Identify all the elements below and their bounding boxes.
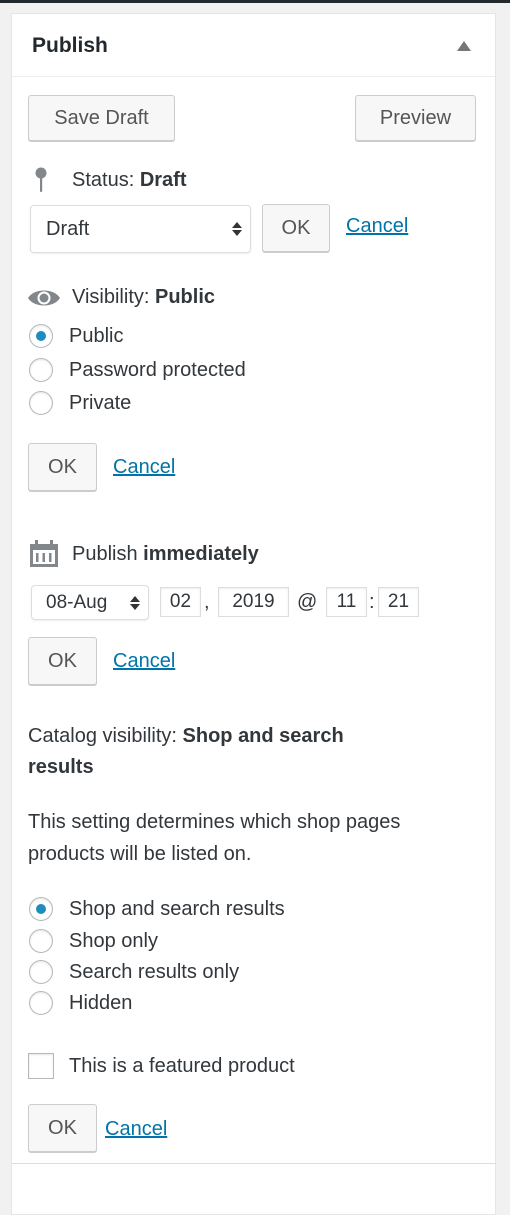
catalog-ok-button[interactable]: OK xyxy=(28,1104,97,1152)
status-value: Draft xyxy=(139,169,187,191)
status-line: Status: Draft xyxy=(72,169,187,192)
visibility-private-radio[interactable] xyxy=(29,391,53,415)
catalog-option-label: Search results only xyxy=(69,961,240,983)
visibility-value: Public xyxy=(155,286,216,308)
schedule-value: immediately xyxy=(143,543,259,565)
top-border xyxy=(0,0,510,3)
panel-title: Publish xyxy=(32,34,108,57)
catalog-option-label: Shop only xyxy=(69,930,158,952)
catalog-shop-search-radio[interactable] xyxy=(29,897,53,921)
status-label: Status: xyxy=(72,169,135,191)
select-arrows-icon xyxy=(232,222,242,236)
status-select-value: Draft xyxy=(46,217,90,240)
status-cancel-link[interactable]: Cancel xyxy=(346,215,408,238)
time-colon: : xyxy=(369,591,375,613)
visibility-public-radio[interactable] xyxy=(29,324,53,348)
catalog-cancel-link[interactable]: Cancel xyxy=(105,1118,167,1141)
catalog-search-only-radio[interactable] xyxy=(29,960,53,984)
visibility-label: Visibility: xyxy=(72,286,150,308)
at-symbol: @ xyxy=(297,591,318,613)
date-comma: , xyxy=(204,591,210,613)
month-select-value: 08-Aug xyxy=(46,591,108,613)
visibility-option-label: Password protected xyxy=(69,359,246,381)
visibility-ok-button[interactable]: OK xyxy=(28,443,97,491)
catalog-description: This setting determines which shop pages xyxy=(28,811,401,833)
pin-icon xyxy=(35,167,47,192)
featured-product-checkbox[interactable] xyxy=(28,1053,54,1079)
hour-input[interactable]: 11 xyxy=(326,587,367,617)
visibility-line: Visibility: Public xyxy=(72,286,215,309)
save-draft-button[interactable]: Save Draft xyxy=(28,95,175,141)
triangle-up-icon[interactable] xyxy=(457,41,471,51)
minute-input[interactable]: 21 xyxy=(378,587,419,617)
month-select[interactable]: 08-Aug xyxy=(31,585,149,620)
catalog-description-cont: products will be listed on. xyxy=(28,843,252,865)
catalog-shop-only-radio[interactable] xyxy=(29,929,53,953)
catalog-visibility-value-cont: results xyxy=(28,756,94,778)
calendar-icon xyxy=(30,540,58,567)
schedule-cancel-link[interactable]: Cancel xyxy=(113,650,175,673)
preview-button[interactable]: Preview xyxy=(355,95,476,141)
schedule-line: Publish immediately xyxy=(72,543,259,566)
panel-footer-divider xyxy=(11,1163,496,1164)
catalog-visibility-label: Catalog visibility: xyxy=(28,725,177,747)
status-select[interactable]: Draft xyxy=(30,205,251,253)
catalog-option-label: Hidden xyxy=(69,992,133,1014)
year-input[interactable]: 2019 xyxy=(218,587,289,617)
visibility-option-label: Private xyxy=(69,392,132,414)
visibility-option-label: Public xyxy=(69,325,124,347)
visibility-cancel-link[interactable]: Cancel xyxy=(113,456,175,479)
panel-header[interactable]: Publish xyxy=(12,14,495,77)
schedule-ok-button[interactable]: OK xyxy=(28,637,97,685)
visibility-password-radio[interactable] xyxy=(29,358,53,382)
catalog-visibility-value: Shop and search xyxy=(182,725,344,747)
schedule-label: Publish xyxy=(72,543,138,565)
catalog-hidden-radio[interactable] xyxy=(29,991,53,1015)
status-ok-button[interactable]: OK xyxy=(262,204,330,252)
catalog-visibility-line: Catalog visibility: Shop and search xyxy=(28,725,344,748)
catalog-visibility-line-2: results xyxy=(28,756,94,779)
featured-product-label: This is a featured product xyxy=(69,1055,295,1077)
day-input[interactable]: 02 xyxy=(160,587,201,617)
select-arrows-icon xyxy=(130,595,140,610)
eye-icon xyxy=(28,290,60,306)
catalog-option-label: Shop and search results xyxy=(69,898,285,920)
